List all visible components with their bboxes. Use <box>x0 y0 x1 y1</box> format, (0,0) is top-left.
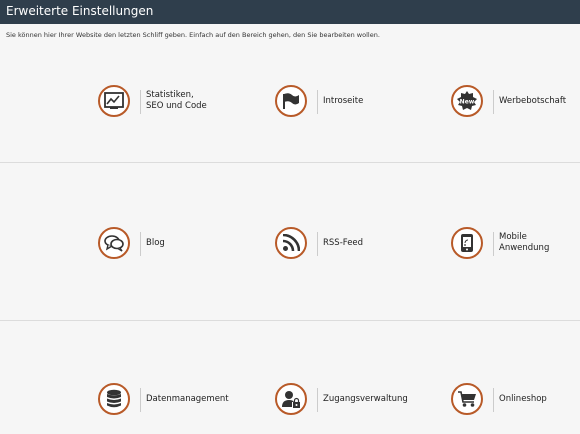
tile-blog[interactable]: Blog <box>98 227 258 267</box>
tile-separator <box>140 90 141 114</box>
mobile-phone-icon <box>451 227 483 259</box>
tile-separator <box>493 90 494 114</box>
settings-row-3: Datenmanagement Zugangsverwaltung Online… <box>0 321 580 434</box>
tile-onlineshop[interactable]: Onlineshop <box>451 383 580 423</box>
page-title-bar: Erweiterte Einstellungen <box>0 0 580 24</box>
speech-bubbles-icon <box>98 227 130 259</box>
tile-separator <box>317 90 318 114</box>
tile-label: Datenmanagement <box>146 393 229 404</box>
flag-icon <box>275 85 307 117</box>
settings-row-1: Statistiken, SEO und Code Introseite New… <box>0 40 580 163</box>
tile-separator <box>140 232 141 256</box>
new-badge-icon: New <box>451 85 483 117</box>
tile-separator <box>317 232 318 256</box>
tile-introseite[interactable]: Introseite <box>275 85 435 125</box>
tile-label: Introseite <box>323 95 364 106</box>
user-lock-icon <box>275 383 307 415</box>
tile-werbebotschaft[interactable]: New Werbebotschaft <box>451 85 580 125</box>
tile-label: RSS-Feed <box>323 237 364 248</box>
tile-label: Mobile Anwendung <box>499 232 550 253</box>
tile-separator <box>317 388 318 412</box>
page-title: Erweiterte Einstellungen <box>6 4 154 18</box>
shopping-cart-icon <box>451 383 483 415</box>
chart-icon <box>98 85 130 117</box>
tile-label: Statistiken, SEO und Code <box>146 90 207 111</box>
tile-label: Zugangsverwaltung <box>323 393 408 404</box>
tile-mobile-anwendung[interactable]: Mobile Anwendung <box>451 227 580 267</box>
tile-statistiken[interactable]: Statistiken, SEO und Code <box>98 85 258 125</box>
rss-icon <box>275 227 307 259</box>
tile-label: Blog <box>146 237 165 248</box>
tile-label: Onlineshop <box>499 393 547 404</box>
tile-label: Werbebotschaft <box>499 95 567 106</box>
settings-row-2: Blog RSS-Feed Mobile Anwendung <box>0 163 580 321</box>
tile-separator <box>493 232 494 256</box>
database-icon <box>98 383 130 415</box>
svg-text:New: New <box>460 99 475 106</box>
tile-rss-feed[interactable]: RSS-Feed <box>275 227 435 267</box>
tile-zugangsverwaltung[interactable]: Zugangsverwaltung <box>275 383 435 423</box>
tile-datenmanagement[interactable]: Datenmanagement <box>98 383 258 423</box>
tile-separator <box>493 388 494 412</box>
tile-separator <box>140 388 141 412</box>
intro-text: Sie können hier Ihrer Website den letzte… <box>6 31 380 39</box>
